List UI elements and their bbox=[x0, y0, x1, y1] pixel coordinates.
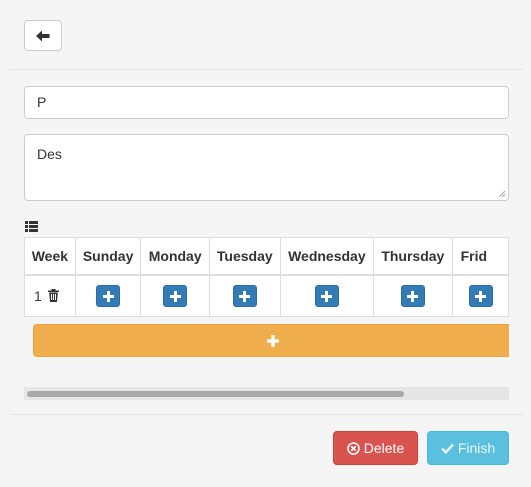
column-header-tuesday: Tuesday bbox=[208, 237, 281, 276]
plus-icon bbox=[267, 334, 279, 347]
table-header-row: Week Sunday Monday Tuesday Wednesday Thu… bbox=[24, 237, 509, 276]
divider bbox=[10, 414, 523, 415]
name-field[interactable]: P bbox=[24, 86, 509, 119]
tuesday-cell bbox=[208, 274, 281, 317]
thursday-cell bbox=[373, 274, 453, 317]
description-text: Des bbox=[37, 146, 62, 162]
add-tuesday-button[interactable] bbox=[232, 285, 257, 307]
list-icon bbox=[25, 221, 38, 232]
trash-icon[interactable] bbox=[47, 289, 59, 302]
schedule-table-container[interactable]: Week Sunday Monday Tuesday Wednesday Thu… bbox=[24, 237, 509, 358]
column-header-wednesday: Wednesday bbox=[279, 237, 375, 276]
friday-cell bbox=[451, 274, 509, 317]
schedule-table: Week Sunday Monday Tuesday Wednesday Thu… bbox=[24, 237, 509, 317]
plus-icon bbox=[169, 290, 181, 302]
back-button[interactable] bbox=[24, 20, 62, 51]
scrollbar-thumb[interactable] bbox=[27, 391, 404, 397]
add-friday-button[interactable] bbox=[468, 285, 493, 307]
plus-icon bbox=[407, 290, 419, 302]
sunday-cell bbox=[74, 274, 142, 317]
finish-label: Finish bbox=[457, 440, 496, 456]
horizontal-scrollbar[interactable] bbox=[24, 387, 509, 400]
delete-button[interactable]: Delete bbox=[333, 431, 418, 465]
add-monday-button[interactable] bbox=[163, 285, 188, 307]
add-sunday-button[interactable] bbox=[96, 285, 121, 307]
delete-label: Delete bbox=[363, 440, 405, 456]
plus-icon bbox=[239, 290, 251, 302]
check-icon bbox=[440, 443, 454, 454]
times-circle-icon bbox=[346, 441, 360, 455]
monday-cell bbox=[140, 274, 210, 317]
finish-button[interactable]: Finish bbox=[427, 431, 509, 465]
plus-icon bbox=[475, 290, 487, 302]
column-header-monday: Monday bbox=[140, 237, 210, 276]
description-field[interactable]: Des bbox=[24, 134, 509, 201]
arrow-left-icon bbox=[36, 30, 50, 41]
add-week-button[interactable] bbox=[33, 324, 509, 357]
week-number: 1 bbox=[34, 288, 42, 304]
column-header-thursday: Thursday bbox=[373, 237, 453, 276]
column-header-sunday: Sunday bbox=[74, 237, 142, 276]
table-row: 1 bbox=[24, 274, 509, 317]
week-cell: 1 bbox=[24, 274, 76, 317]
column-header-friday: Frid bbox=[451, 237, 509, 276]
plus-icon bbox=[321, 290, 333, 302]
resize-grip-icon[interactable] bbox=[498, 190, 506, 198]
add-thursday-button[interactable] bbox=[400, 285, 425, 307]
column-header-week: Week bbox=[24, 237, 76, 276]
divider bbox=[10, 69, 523, 70]
wednesday-cell bbox=[279, 274, 375, 317]
plus-icon bbox=[102, 290, 114, 302]
add-wednesday-button[interactable] bbox=[314, 285, 339, 307]
